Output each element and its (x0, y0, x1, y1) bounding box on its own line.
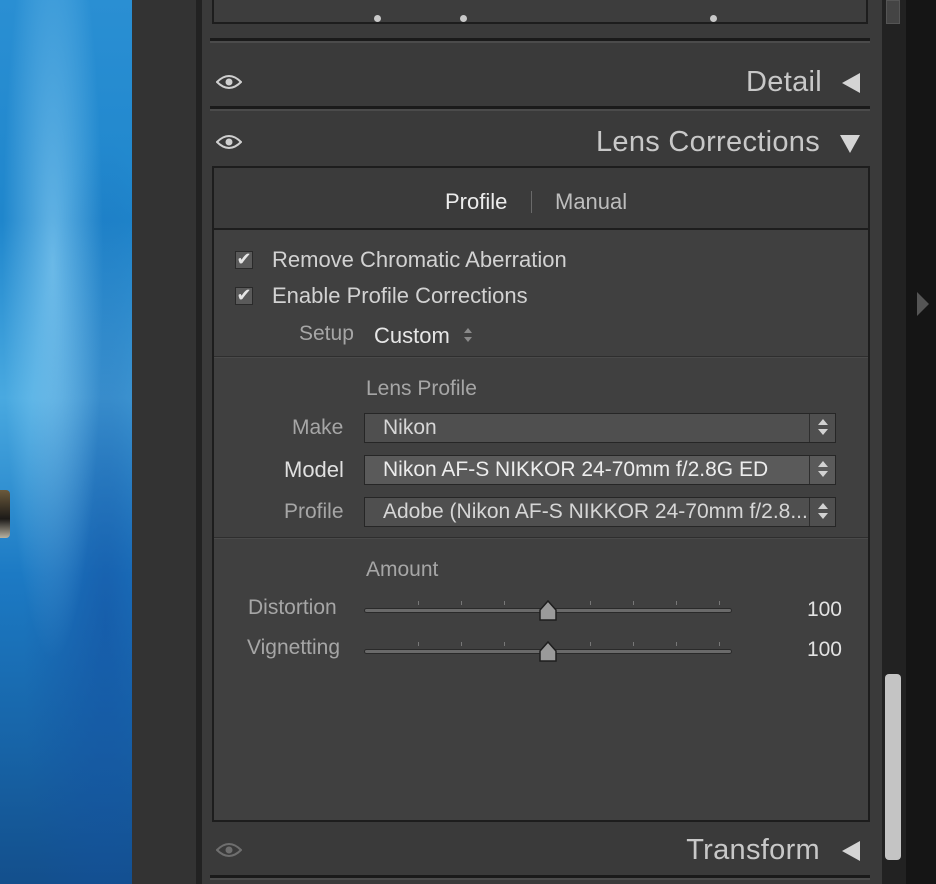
eye-icon[interactable] (216, 842, 242, 858)
detail-header[interactable]: Detail (212, 56, 870, 108)
chromatic-label[interactable]: Remove Chromatic Aberration (272, 247, 567, 273)
right-gutter (906, 0, 936, 884)
slider-dot (374, 15, 381, 22)
model-select[interactable]: Nikon AF-S NIKKOR 24-70mm f/2.8G ED (364, 455, 836, 485)
profile-corrections-checkbox[interactable]: ✔ (235, 286, 253, 305)
setup-label: Setup (299, 322, 354, 345)
previous-section-box (212, 0, 868, 24)
distortion-label: Distortion (248, 596, 337, 619)
triangle-down-icon[interactable] (840, 135, 860, 153)
vignetting-slider-thumb[interactable] (538, 641, 558, 663)
amount-heading: Amount (366, 558, 439, 581)
transform-header[interactable]: Transform (212, 824, 870, 874)
group-divider (214, 356, 868, 358)
lens-corrections-header[interactable]: Lens Corrections (212, 116, 870, 166)
tab-manual[interactable]: Manual (555, 189, 627, 215)
slider-dot (710, 15, 717, 22)
lens-profile-heading: Lens Profile (366, 377, 477, 400)
triangle-left-icon[interactable] (842, 841, 860, 861)
make-value: Nikon (383, 416, 437, 439)
distortion-value[interactable]: 100 (782, 598, 842, 622)
scrollbar-thumb[interactable] (885, 674, 901, 860)
panel-gutter (132, 0, 196, 884)
scrollbar-grip[interactable] (886, 0, 900, 24)
tab-profile[interactable]: Profile (445, 189, 507, 215)
stepper-arrows-icon (809, 414, 835, 442)
chevron-down-icon (464, 337, 472, 342)
profile-value: Adobe (Nikon AF-S NIKKOR 24-70mm f/2.8..… (383, 500, 808, 523)
chromatic-checkbox[interactable]: ✔ (235, 250, 253, 269)
eye-icon[interactable] (216, 74, 242, 90)
make-select[interactable]: Nikon (364, 413, 836, 443)
photo-preview (0, 0, 132, 884)
vignetting-value[interactable]: 100 (782, 638, 842, 662)
stepper-arrows-icon (809, 456, 835, 484)
profile-select[interactable]: Adobe (Nikon AF-S NIKKOR 24-70mm f/2.8..… (364, 497, 836, 527)
section-divider (210, 38, 870, 43)
tab-divider (531, 191, 532, 213)
tabs-bar (214, 168, 868, 230)
detail-title: Detail (746, 66, 822, 98)
section-divider (210, 106, 870, 111)
group-divider (214, 537, 868, 539)
photo-object (0, 490, 10, 538)
eye-icon[interactable] (216, 134, 242, 150)
stepper-arrows-icon (809, 498, 835, 526)
model-value: Nikon AF-S NIKKOR 24-70mm f/2.8G ED (383, 458, 769, 481)
vignetting-label: Vignetting (247, 636, 341, 659)
profile-corrections-label[interactable]: Enable Profile Corrections (272, 283, 528, 309)
lens-corrections-title: Lens Corrections (595, 126, 820, 158)
slider-dot (460, 15, 467, 22)
transform-title: Transform (686, 834, 820, 866)
triangle-right-icon[interactable] (917, 292, 929, 316)
triangle-left-icon[interactable] (842, 73, 860, 93)
profile-label: Profile (284, 500, 344, 523)
model-label: Model (284, 457, 344, 482)
section-divider (210, 875, 870, 880)
chevron-up-icon (464, 328, 472, 333)
make-label: Make (292, 416, 344, 439)
setup-value: Custom (374, 323, 450, 348)
setup-select[interactable]: Custom (372, 322, 482, 350)
distortion-slider-thumb[interactable] (538, 600, 558, 622)
